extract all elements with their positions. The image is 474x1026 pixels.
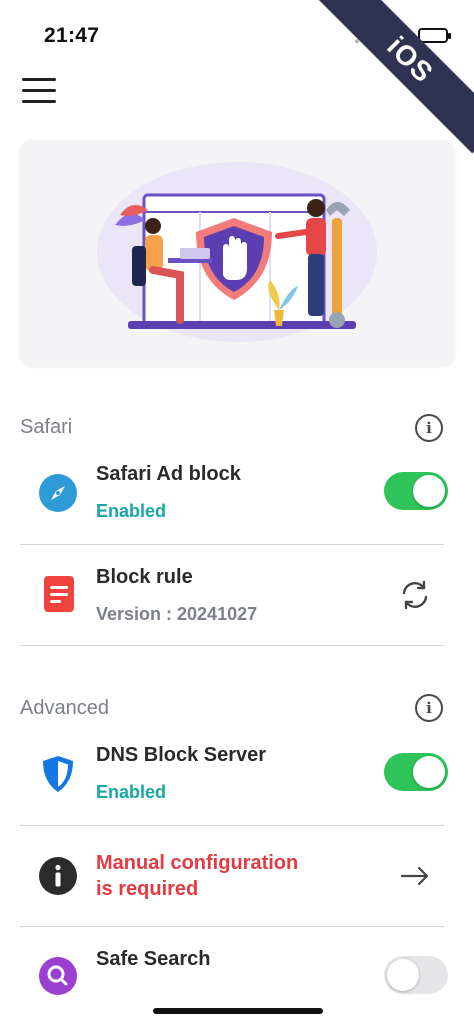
dns-block-server-title: DNS Block Server [96,744,267,766]
manual-config-title-line1: Manual configuration [96,852,299,874]
divider [20,926,444,927]
list-item-safari-ad-block[interactable]: Safari Ad block Enabled [20,455,444,543]
divider [20,645,444,646]
info-filled-icon [39,857,77,895]
manual-config-title-line2: is required [96,878,199,900]
list-item-manual-configuration[interactable]: Manual configuration is required [20,836,444,924]
divider [20,825,444,826]
list-item-block-rule: Block rule Version : 20241027 [20,556,444,644]
hero-card [20,140,455,366]
refresh-icon[interactable] [396,576,434,614]
dns-block-server-toggle[interactable] [384,753,448,791]
compass-icon [39,474,77,512]
battery-charging-icon [418,28,451,43]
info-circle-icon[interactable]: i [415,414,443,442]
safari-ad-block-toggle[interactable] [384,472,448,510]
block-rule-title: Block rule [96,566,193,588]
status-bar: 21:47 ● ● ● ● [0,0,474,70]
section-title-advanced: Advanced [20,697,109,719]
search-icon [39,957,77,995]
status-time: 21:47 [44,24,100,47]
shield-icon [43,756,73,792]
safe-search-title: Safe Search [96,948,211,970]
hamburger-menu-icon[interactable] [22,78,58,104]
arrow-right-icon[interactable] [396,857,434,895]
safe-search-toggle[interactable] [384,956,448,994]
block-rule-version: Version : 20241027 [96,604,258,624]
section-title-safari: Safari [20,416,73,438]
ad-block-shield-illustration [97,162,377,342]
list-item-dns-block-server[interactable]: DNS Block Server Enabled [20,736,444,824]
divider [20,544,444,545]
list-item-safe-search[interactable]: Safe Search [20,938,444,1008]
safari-ad-block-status: Enabled [96,501,167,521]
info-circle-icon[interactable]: i [415,694,443,722]
safari-ad-block-title: Safari Ad block [96,463,241,485]
manual-config-title: Manual configuration is required [96,850,298,902]
document-icon [44,576,74,612]
dns-block-server-status: Enabled [96,782,167,802]
signal-dots-icon: ● ● ● ● [354,36,394,47]
home-indicator [153,1008,323,1014]
